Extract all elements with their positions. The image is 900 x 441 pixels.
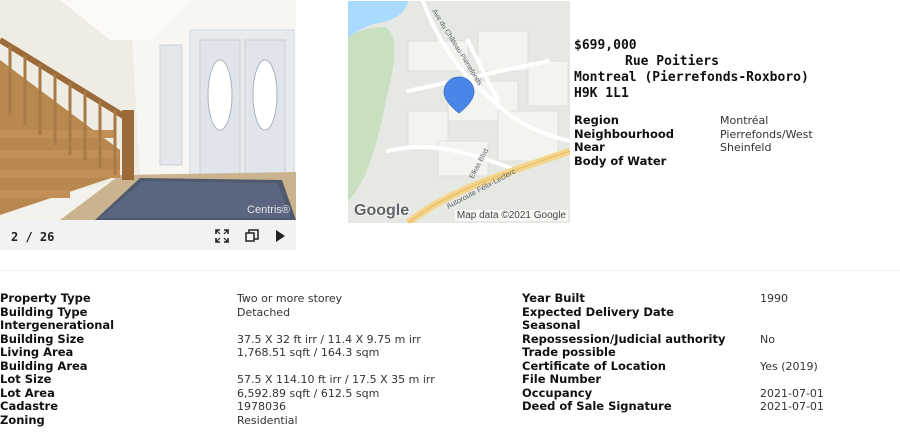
listing-postal-code: H9K 1L1 bbox=[574, 86, 629, 101]
photo-toolbar: 2 / 26 bbox=[0, 222, 296, 250]
detail-row: Occupancy 2021-07-01 bbox=[522, 385, 824, 401]
detail-row: Year Built 1990 bbox=[522, 291, 824, 306]
detail-row: Deed of Sale Signature 2021-07-01 bbox=[522, 399, 824, 414]
detail-value: 1,768.51 sqft / 164.3 sqm bbox=[237, 346, 380, 359]
detail-label: Seasonal bbox=[522, 318, 581, 332]
listing-street: Rue Poitiers bbox=[625, 54, 719, 69]
detail-value: Two or more storey bbox=[237, 292, 343, 305]
info-label: Region bbox=[574, 113, 619, 127]
detail-row: Seasonal bbox=[522, 318, 824, 333]
detail-label: Building Size bbox=[0, 331, 85, 346]
info-row: Neighbourhood Pierrefonds/West bbox=[574, 126, 813, 142]
detail-row: Building Area bbox=[0, 358, 435, 374]
detail-value: 1990 bbox=[760, 292, 788, 305]
info-value: Sheinfeld bbox=[720, 141, 772, 154]
detail-label: Occupancy bbox=[522, 385, 593, 400]
detail-row: Cadastre 1978036 bbox=[0, 399, 435, 414]
info-label: Near bbox=[574, 140, 605, 154]
detail-row: Certificate of Location Yes (2019) bbox=[522, 358, 824, 374]
section-divider bbox=[0, 270, 900, 271]
detail-row: Property Type Two or more storey bbox=[0, 291, 435, 306]
info-value: Pierrefonds/West bbox=[720, 127, 813, 141]
detail-value: No bbox=[760, 332, 775, 346]
detail-value: 2021-07-01 bbox=[760, 386, 824, 400]
info-label: Neighbourhood bbox=[574, 126, 674, 141]
map-attribution: Map data ©2021 Google bbox=[454, 210, 568, 221]
detail-row: Building Size 37.5 X 32 ft irr / 11.4 X 9… bbox=[0, 331, 435, 347]
detail-row: Repossession/Judicial authority No bbox=[522, 331, 824, 347]
listing-city: Montreal (Pierrefonds-Roxboro) bbox=[574, 70, 809, 85]
property-photo-image bbox=[0, 0, 296, 220]
detail-label: Intergenerational bbox=[0, 318, 115, 332]
fullscreen-icon[interactable] bbox=[213, 227, 231, 245]
detail-row: Building Type Detached bbox=[0, 304, 435, 320]
detail-row: Expected Delivery Date bbox=[522, 304, 824, 320]
detail-row: Living Area 1,768.51 sqft / 164.3 sqm bbox=[0, 345, 435, 360]
detail-value: Detached bbox=[237, 305, 291, 319]
detail-label: Lot Size bbox=[0, 372, 52, 386]
detail-label: Zoning bbox=[0, 412, 45, 427]
detail-row: File Number bbox=[522, 372, 824, 387]
info-row: Near Sheinfeld bbox=[574, 140, 813, 155]
detail-label: Building Type bbox=[0, 304, 88, 319]
info-row: Region Montréal bbox=[574, 113, 813, 128]
detail-label: Living Area bbox=[0, 345, 74, 359]
detail-row: Lot Size 57.5 X 114.10 ft irr / 17.5 X 35… bbox=[0, 372, 435, 387]
detail-label: Expected Delivery Date bbox=[522, 304, 674, 319]
detail-label: Cadastre bbox=[0, 399, 59, 413]
listing-price: $699,000 bbox=[574, 38, 637, 53]
info-row: Body of Water bbox=[574, 153, 813, 169]
play-icon[interactable] bbox=[271, 227, 289, 245]
detail-row: Zoning Residential bbox=[0, 412, 435, 428]
google-logo: Google bbox=[354, 202, 410, 219]
photo-counter: 2 / 26 bbox=[11, 230, 55, 244]
region-info: Region Montréal Neighbourhood Pierrefonds/… bbox=[574, 113, 813, 169]
info-value: Montréal bbox=[720, 114, 769, 127]
property-photo[interactable]: Centris® bbox=[0, 0, 296, 220]
copy-icon[interactable] bbox=[243, 227, 261, 245]
detail-value: 57.5 X 114.10 ft irr / 17.5 X 35 m irr bbox=[237, 373, 435, 386]
detail-label: File Number bbox=[522, 372, 602, 386]
detail-label: Trade possible bbox=[522, 345, 616, 359]
details-left: Property Type Two or more storey Building… bbox=[0, 291, 435, 428]
detail-row: Intergenerational bbox=[0, 318, 435, 333]
photo-gallery: Centris® 2 / 26 bbox=[0, 0, 296, 250]
detail-label: Deed of Sale Signature bbox=[522, 399, 672, 413]
details-right: Year Built 1990 Expected Delivery Date Se… bbox=[522, 291, 824, 414]
detail-row: Lot Area 6,592.89 sqft / 612.5 sqm bbox=[0, 385, 435, 401]
detail-label: Lot Area bbox=[0, 385, 55, 400]
location-map[interactable]: Ave du Château-Pierrefonds Elkas Blvd Au… bbox=[348, 1, 570, 223]
detail-label: Certificate of Location bbox=[522, 358, 666, 373]
detail-label: Property Type bbox=[0, 291, 91, 305]
detail-label: Repossession/Judicial authority bbox=[522, 331, 726, 346]
detail-value: 37.5 X 32 ft irr / 11.4 X 9.75 m irr bbox=[237, 332, 421, 346]
detail-label: Year Built bbox=[522, 291, 585, 305]
listing-address: $699,000 Rue Poitiers Montreal (Pierrefo… bbox=[574, 38, 809, 102]
map-image: Ave du Château-Pierrefonds Elkas Blvd Au… bbox=[348, 1, 570, 223]
photo-watermark: Centris® bbox=[247, 204, 290, 216]
info-label: Body of Water bbox=[574, 153, 667, 168]
detail-value: Residential bbox=[237, 413, 298, 427]
detail-label: Building Area bbox=[0, 358, 88, 373]
detail-value: 2021-07-01 bbox=[760, 400, 824, 413]
detail-value: Yes (2019) bbox=[760, 359, 818, 373]
detail-value: 6,592.89 sqft / 612.5 sqm bbox=[237, 386, 380, 400]
detail-row: Trade possible bbox=[522, 345, 824, 360]
detail-value: 1978036 bbox=[237, 400, 286, 413]
